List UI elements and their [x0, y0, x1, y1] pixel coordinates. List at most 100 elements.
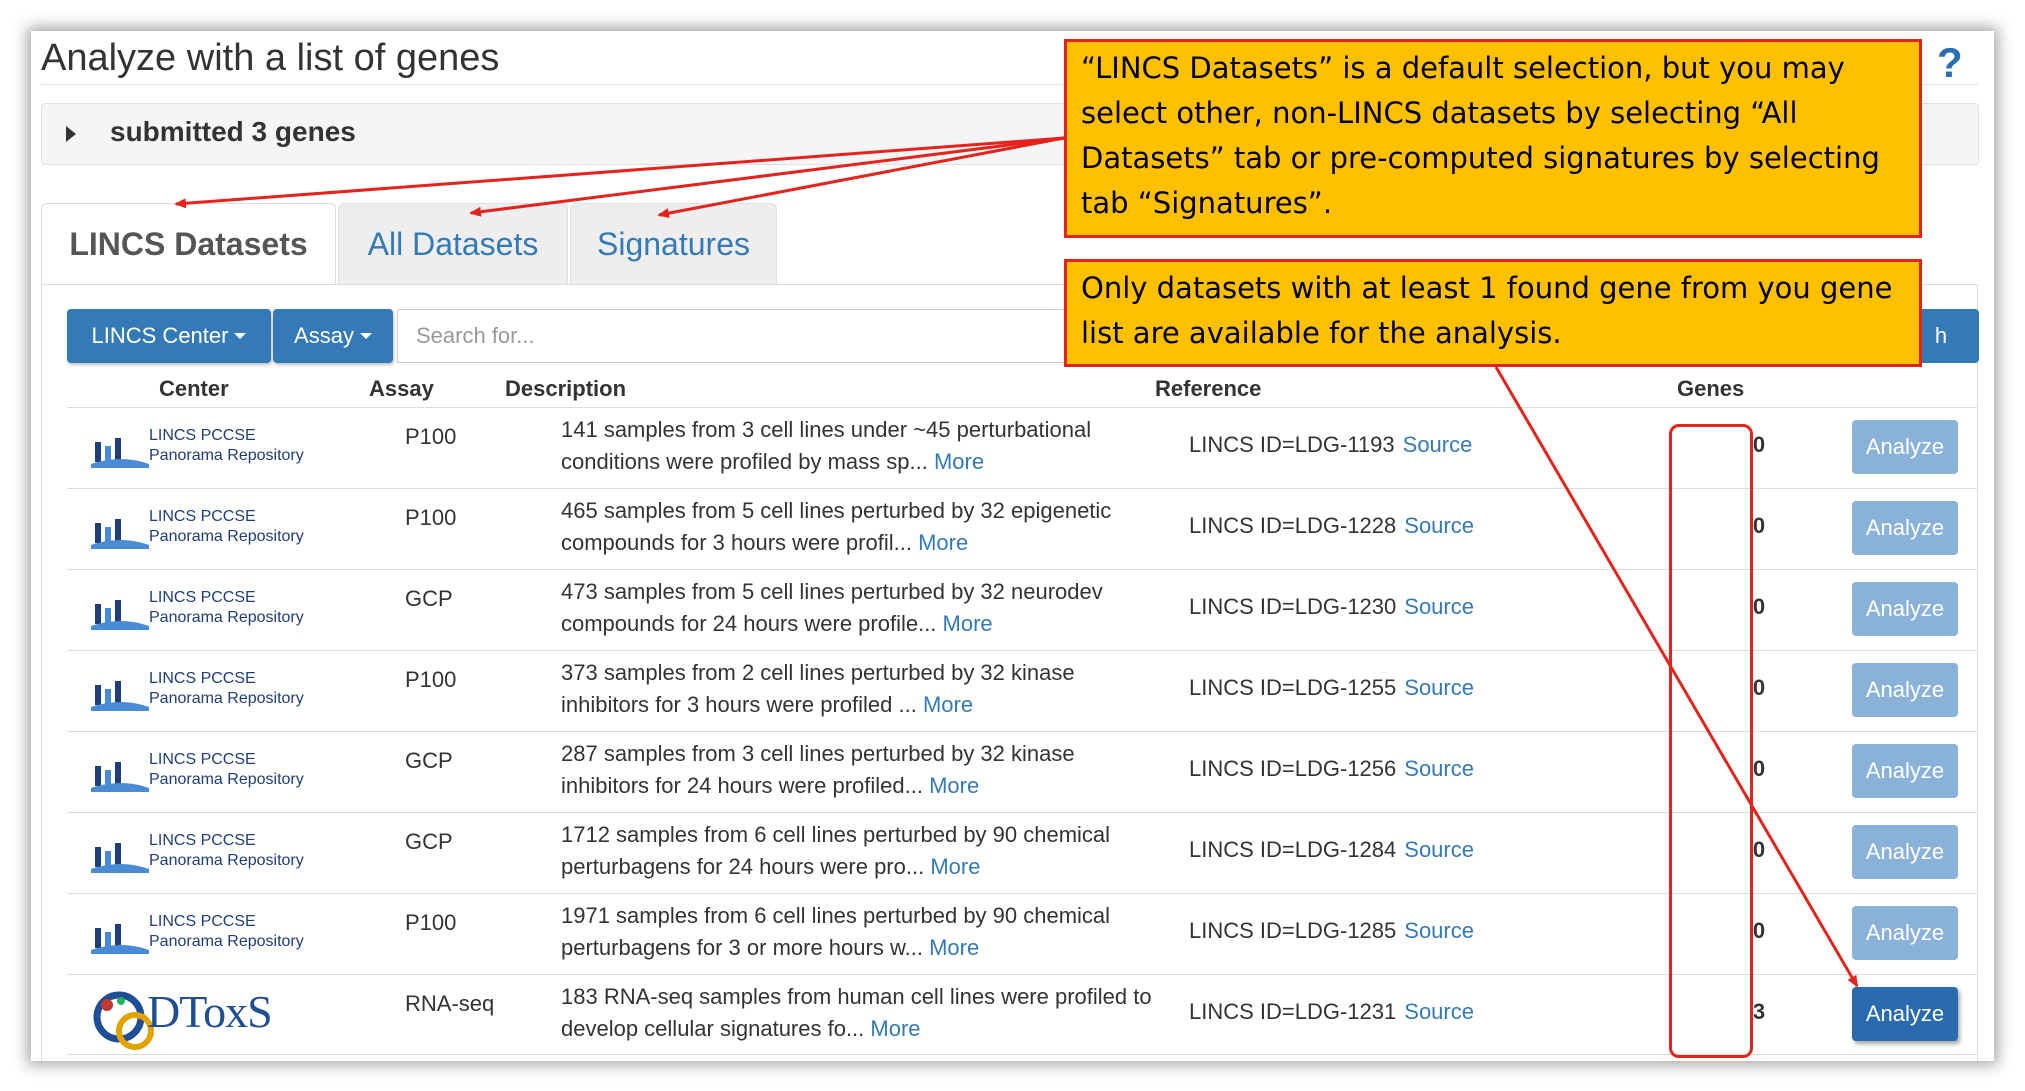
center-name: LINCS PCCSE	[149, 670, 256, 687]
app-frame: Analyze with a list of genes ? submitted…	[31, 31, 1994, 1061]
reference-cell: LINCS ID=LDG-1285 Source	[1189, 918, 1474, 944]
source-link[interactable]: Source	[1404, 918, 1474, 943]
source-link[interactable]: Source	[1404, 675, 1474, 700]
more-link[interactable]: More	[943, 611, 993, 636]
assay-cell: P100	[405, 505, 457, 530]
description-text: 183 RNA-seq samples from human cell line…	[561, 984, 1152, 1041]
reference-id: LINCS ID=LDG-1228	[1189, 513, 1397, 538]
more-link[interactable]: More	[923, 692, 973, 717]
header-description: Description	[505, 376, 627, 401]
center-name: LINCS PCCSE	[149, 427, 256, 444]
reference-id: LINCS ID=LDG-1193	[1189, 432, 1395, 457]
center-logo: LINCS PCCSE Panorama Repository	[91, 426, 304, 470]
assay-cell: GCP	[405, 748, 453, 773]
center-repo: Panorama Repository	[149, 690, 304, 707]
panorama-logo-icon	[91, 438, 149, 468]
center-repo: Panorama Repository	[149, 447, 304, 464]
reference-id: LINCS ID=LDG-1256	[1189, 756, 1397, 781]
more-link[interactable]: More	[929, 773, 979, 798]
center-logo: LINCS PCCSE Panorama Repository	[91, 831, 304, 875]
center-name: LINCS PCCSE	[149, 751, 256, 768]
more-link[interactable]: More	[918, 530, 968, 555]
analyze-button-disabled[interactable]: Analyze	[1852, 906, 1958, 960]
assay-cell: P100	[405, 910, 457, 935]
description-cell: 141 samples from 3 cell lines under ~45 …	[561, 414, 1161, 478]
search-button-label: h	[1934, 323, 1948, 348]
tab-signatures[interactable]: Signatures	[570, 203, 777, 285]
reference-cell: LINCS ID=LDG-1256 Source	[1189, 756, 1474, 782]
more-link[interactable]: More	[930, 854, 980, 879]
center-filter-dropdown[interactable]: LINCS Center	[67, 309, 271, 363]
center-repo: Panorama Repository	[149, 528, 304, 545]
analyze-button-disabled[interactable]: Analyze	[1852, 825, 1958, 879]
panorama-logo-icon	[91, 843, 149, 873]
description-text: 1712 samples from 6 cell lines perturbed…	[561, 822, 1111, 879]
reference-cell: LINCS ID=LDG-1228 Source	[1189, 513, 1474, 539]
callout-dataset-selection: “LINCS Datasets” is a default selection,…	[1064, 39, 1922, 238]
analyze-button-disabled[interactable]: Analyze	[1852, 663, 1958, 717]
panorama-logo-icon	[91, 519, 149, 549]
description-text: 1971 samples from 6 cell lines perturbed…	[561, 903, 1111, 960]
analyze-button-disabled[interactable]: Analyze	[1852, 744, 1958, 798]
header-reference: Reference	[1155, 376, 1262, 401]
panorama-logo-icon	[91, 681, 149, 711]
reference-cell: LINCS ID=LDG-1284 Source	[1189, 837, 1474, 863]
center-logo: LINCS PCCSE Panorama Repository	[91, 750, 304, 794]
genes-highlight-box	[1669, 424, 1753, 1058]
source-link[interactable]: Source	[1403, 432, 1473, 457]
source-link[interactable]: Source	[1404, 837, 1474, 862]
reference-id: LINCS ID=LDG-1255	[1189, 675, 1397, 700]
expand-caret-icon[interactable]	[66, 126, 76, 142]
description-text: 465 samples from 5 cell lines perturbed …	[561, 498, 1112, 555]
description-text: 141 samples from 3 cell lines under ~45 …	[561, 417, 1092, 474]
description-cell: 1712 samples from 6 cell lines perturbed…	[561, 819, 1161, 883]
center-logo: DToxS	[89, 981, 289, 1051]
tab-all-datasets[interactable]: All Datasets	[338, 203, 568, 285]
assay-filter-dropdown[interactable]: Assay	[273, 309, 393, 363]
reference-id: LINCS ID=LDG-1230	[1189, 594, 1397, 619]
header-center: Center	[159, 376, 229, 401]
description-cell: 1971 samples from 6 cell lines perturbed…	[561, 900, 1161, 964]
analyze-button-disabled[interactable]: Analyze	[1852, 582, 1958, 636]
chevron-down-icon	[359, 333, 372, 339]
center-repo: Panorama Repository	[149, 609, 304, 626]
more-link[interactable]: More	[934, 449, 984, 474]
assay-cell: P100	[405, 667, 457, 692]
reference-id: LINCS ID=LDG-1284	[1189, 837, 1397, 862]
more-link[interactable]: More	[870, 1016, 920, 1041]
analyze-button-disabled[interactable]: Analyze	[1852, 501, 1958, 555]
center-logo: LINCS PCCSE Panorama Repository	[91, 912, 304, 956]
description-text: 287 samples from 3 cell lines perturbed …	[561, 741, 1075, 798]
analyze-button-disabled[interactable]: Analyze	[1852, 420, 1958, 474]
source-link[interactable]: Source	[1404, 756, 1474, 781]
center-name: LINCS PCCSE	[149, 832, 256, 849]
center-logo: LINCS PCCSE Panorama Repository	[91, 507, 304, 551]
chevron-down-icon	[234, 333, 247, 339]
tab-lincs-datasets[interactable]: LINCS Datasets	[41, 203, 336, 285]
center-repo: Panorama Repository	[149, 771, 304, 788]
submitted-genes-label[interactable]: submitted 3 genes	[110, 116, 356, 148]
reference-id: LINCS ID=LDG-1231	[1189, 999, 1397, 1024]
panorama-logo-icon	[91, 924, 149, 954]
help-icon[interactable]: ?	[1937, 39, 1963, 87]
panorama-logo-icon	[91, 762, 149, 792]
center-name: LINCS PCCSE	[149, 913, 256, 930]
source-link[interactable]: Source	[1404, 513, 1474, 538]
dtoxs-logo-text: DToxS	[147, 986, 273, 1037]
source-link[interactable]: Source	[1404, 594, 1474, 619]
source-link[interactable]: Source	[1404, 999, 1474, 1024]
center-name: LINCS PCCSE	[149, 589, 256, 606]
panorama-logo-icon	[91, 600, 149, 630]
assay-cell: GCP	[405, 586, 453, 611]
header-assay: Assay	[369, 376, 434, 401]
center-repo: Panorama Repository	[149, 933, 304, 950]
more-link[interactable]: More	[929, 935, 979, 960]
reference-cell: LINCS ID=LDG-1231 Source	[1189, 999, 1474, 1025]
header-genes: Genes	[1677, 376, 1745, 401]
description-text: 473 samples from 5 cell lines perturbed …	[561, 579, 1103, 636]
analyze-button[interactable]: Analyze	[1852, 987, 1958, 1041]
assay-filter-label: Assay	[294, 323, 354, 348]
assay-cell: RNA-seq	[405, 991, 495, 1016]
reference-cell: LINCS ID=LDG-1255 Source	[1189, 675, 1474, 701]
reference-cell: LINCS ID=LDG-1193 Source	[1189, 432, 1472, 458]
